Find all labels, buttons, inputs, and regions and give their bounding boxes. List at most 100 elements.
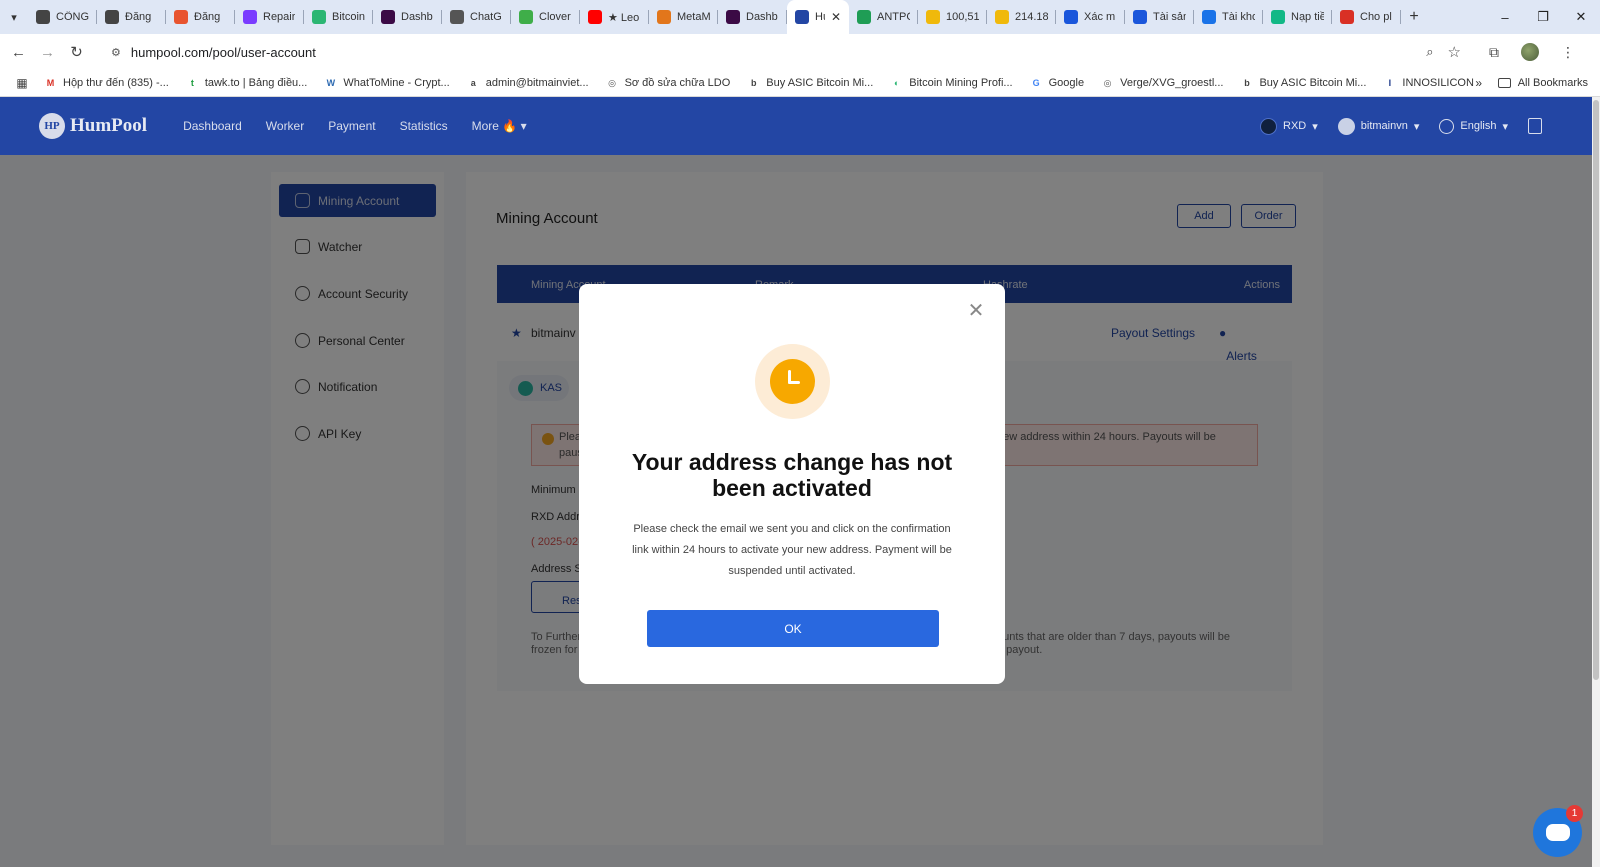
page-scrollbar[interactable] <box>1592 97 1600 867</box>
browser-tab[interactable]: Dashb <box>373 0 442 34</box>
bookmark-item[interactable]: b Buy ASIC Bitcoin Mi... <box>1240 77 1366 90</box>
bookmark-star-icon[interactable]: ☆ <box>1448 43 1461 61</box>
bookmark-item[interactable]: a admin@bitmainviet... <box>467 77 589 90</box>
bookmark-favicon-icon: t <box>190 78 194 88</box>
browser-tab[interactable]: Tài kho <box>1194 0 1263 34</box>
bookmark-label: Google <box>1048 77 1085 89</box>
nav-payment[interactable]: Payment <box>328 119 375 133</box>
bookmark-item[interactable]: ◎ Verge/XVG_groestl... <box>1101 77 1224 90</box>
runner-icon <box>36 10 50 24</box>
browser-tab[interactable]: Đăng <box>97 0 166 34</box>
tab-close-icon[interactable]: ✕ <box>831 10 841 24</box>
nav-worker[interactable]: Worker <box>266 119 304 133</box>
bookmark-label: admin@bitmainviet... <box>485 77 589 89</box>
all-bookmarks-button[interactable]: All Bookmarks <box>1497 77 1588 89</box>
reload-icon[interactable]: ↻ <box>62 43 91 61</box>
scrollbar-thumb[interactable] <box>1593 100 1599 680</box>
browser-tab-label: Xác m <box>1084 11 1116 23</box>
bookmark-item[interactable]: ◐ Bitcoin Mining Profi... <box>890 77 1013 90</box>
nav-dashboard[interactable]: Dashboard <box>183 119 242 133</box>
browser-tab[interactable]: Repair <box>235 0 304 34</box>
browser-tab[interactable]: Dashb <box>718 0 787 34</box>
clover-icon <box>519 10 533 24</box>
browser-tab[interactable]: ★ Leo <box>580 0 649 34</box>
browser-tab[interactable]: Xác m <box>1056 0 1125 34</box>
apps-grid-icon[interactable]: ▦ <box>0 76 44 90</box>
bookmark-label: Buy ASIC Bitcoin Mi... <box>1259 77 1367 89</box>
browser-tab-label: ANTPC <box>877 11 910 23</box>
bookmark-item[interactable]: M Hộp thư đến (835) -... <box>44 77 169 90</box>
browser-tab[interactable]: Cho pl <box>1332 0 1401 34</box>
logo-badge: HP <box>39 113 65 139</box>
browser-tab[interactable]: ANTPC <box>849 0 918 34</box>
tab-search-chevron-down-icon[interactable]: ▾ <box>0 0 28 34</box>
bookmark-favicon-icon: a <box>470 78 476 88</box>
browser-tab[interactable]: Bitcoin <box>304 0 373 34</box>
browser-tab-label: Nạp tiề <box>1291 11 1324 23</box>
nav-statistics[interactable]: Statistics <box>400 119 448 133</box>
browser-tab[interactable]: 100,51 <box>918 0 987 34</box>
browser-tab[interactable]: Đăng <box>166 0 235 34</box>
site-settings-icon[interactable]: ⚙ <box>111 46 121 59</box>
download-app-icon[interactable] <box>1528 118 1542 134</box>
fire-icon: 🔥 <box>502 119 518 133</box>
humpool-logo[interactable]: HP HumPool <box>39 113 147 139</box>
extensions-puzzle-icon[interactable]: ⧉ <box>1489 44 1499 61</box>
profile-avatar-icon[interactable] <box>1521 43 1539 61</box>
url-omnibox[interactable]: ⚙ humpool.com/pool/user-account ⌕ ☆ <box>101 38 1471 66</box>
browser-tab[interactable]: Nạp tiề <box>1263 0 1332 34</box>
browser-tab-label: CÔNG <box>56 11 89 23</box>
browser-tab[interactable]: 214.18 <box>987 0 1056 34</box>
forward-arrow-icon[interactable]: → <box>33 44 62 61</box>
live-chat-button[interactable]: 1 <box>1533 805 1583 857</box>
minimize-icon[interactable]: – <box>1486 0 1524 34</box>
chevron-down-icon: ▾ <box>1312 120 1318 133</box>
ant-icon <box>857 10 871 24</box>
user-menu[interactable]: bitmainvn ▾ <box>1337 117 1419 135</box>
binance-icon <box>995 10 1009 24</box>
language-selector[interactable]: English ▾ <box>1439 118 1508 134</box>
bookmark-item[interactable]: W WhatToMine - Crypt... <box>324 77 450 90</box>
browser-tab[interactable]: Hu ✕ <box>787 0 849 34</box>
gmail-icon <box>1340 10 1354 24</box>
all-bookmarks-label: All Bookmarks <box>1517 77 1588 89</box>
bookmarks-overflow-icon[interactable]: » <box>1475 76 1482 90</box>
close-window-icon[interactable]: ✕ <box>1562 0 1600 34</box>
fox-icon <box>657 10 671 24</box>
bookmark-item[interactable]: ◎ Sơ đồ sửa chữa LDO <box>606 77 731 90</box>
user-name: bitmainvn <box>1360 120 1408 132</box>
coin-selector[interactable]: RXD ▾ <box>1260 117 1318 135</box>
browser-tab-label: Dashb <box>746 11 778 23</box>
globe-icon <box>1439 118 1455 134</box>
dialog-message: Please check the email we sent you and c… <box>632 523 952 577</box>
bookmark-favicon-icon: b <box>1244 78 1250 88</box>
google-icon <box>1202 10 1216 24</box>
logo-text: HumPool <box>70 115 148 136</box>
browser-tab[interactable]: CÔNG <box>28 0 97 34</box>
browser-tab[interactable]: Tài sản <box>1125 0 1194 34</box>
bookmark-label: Sơ đồ sửa chữa LDO <box>624 77 731 89</box>
humpool-icon <box>795 10 809 24</box>
c-icon <box>1271 10 1285 24</box>
user-avatar-icon <box>1337 117 1355 135</box>
dialog-close-icon[interactable]: ✕ <box>967 301 985 321</box>
browser-tab[interactable]: Clover <box>511 0 580 34</box>
zoom-magnifier-icon[interactable]: ⌕ <box>1426 44 1433 60</box>
bookmark-item[interactable]: t tawk.to | Bảng điều... <box>186 77 308 90</box>
browser-menu-icon[interactable]: ⋮ <box>1561 44 1575 61</box>
bookmark-list: M Hộp thư đến (835) -... t tawk.to | Bảng đ… <box>44 77 1491 90</box>
bookmark-item[interactable]: I INNOSILICON <box>1383 77 1474 90</box>
nav-more-label: More <box>471 119 499 133</box>
youtube-icon <box>588 10 602 24</box>
nav-more[interactable]: More 🔥 ▾ <box>472 119 527 133</box>
new-tab-plus-icon[interactable]: + <box>1401 8 1427 26</box>
browser-tab[interactable]: ChatG <box>442 0 511 34</box>
back-arrow-icon[interactable]: ← <box>4 44 33 61</box>
restore-icon[interactable]: ❐ <box>1524 0 1562 34</box>
bookmark-favicon-icon: ◎ <box>608 77 616 88</box>
ok-button[interactable]: OK <box>647 610 939 647</box>
browser-tab[interactable]: MetaM <box>649 0 718 34</box>
bookmark-item[interactable]: b Buy ASIC Bitcoin Mi... <box>747 77 873 90</box>
bookmark-favicon-icon: ◐ <box>894 78 900 88</box>
bookmark-item[interactable]: G Google <box>1030 77 1085 90</box>
